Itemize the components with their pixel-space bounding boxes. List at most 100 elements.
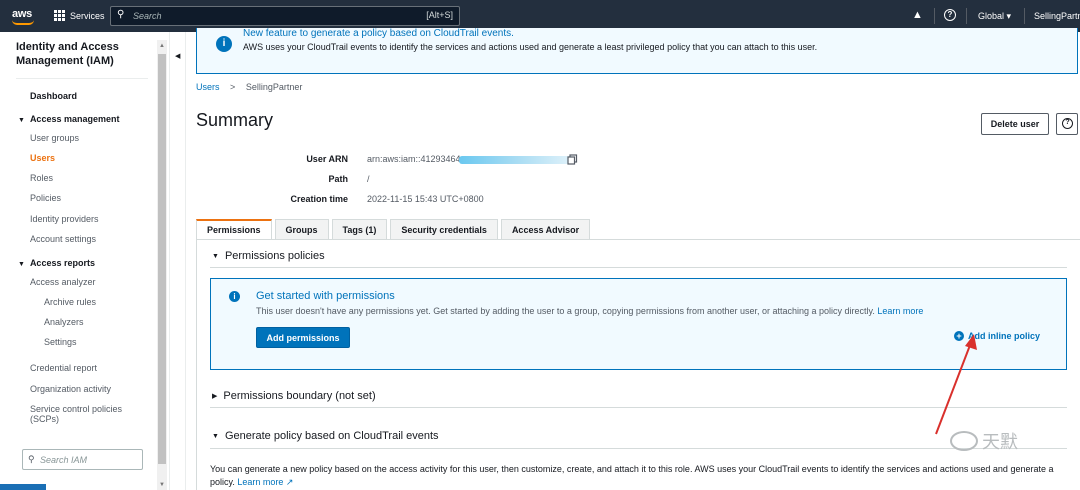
caret-down-icon: ▼ [18,117,25,124]
account-menu[interactable]: SellingPartne [1034,11,1080,21]
info-icon: i [229,291,240,302]
sidebar-item-archive-rules[interactable]: Archive rules [44,297,96,307]
collapse-sidebar-icon[interactable]: ◀ [175,52,184,66]
user-arn-value: arn:aws:iam::41293464 [367,154,574,164]
search-icon: ⚲ [28,454,35,464]
user-arn-label: User ARN [306,154,348,164]
sidebar-item-user-groups[interactable]: User groups [30,133,79,143]
scrollbar-thumb[interactable] [158,54,166,464]
delete-user-button[interactable]: Delete user [981,113,1049,135]
sidebar-item-access-analyzer[interactable]: Access analyzer [30,277,96,287]
banner-heading: New feature to generate a policy based o… [243,28,514,39]
sidebar-item-identity-providers[interactable]: Identity providers [30,214,99,224]
sidebar-section-access-management[interactable]: ▼ Access management [18,114,119,124]
section-label: Permissions policies [224,250,325,262]
nav-divider [966,8,967,24]
user-arn-text: arn:aws:iam::41293464 [367,154,461,164]
nav-divider [934,8,935,24]
info-body: This user doesn't have any permissions y… [256,306,923,316]
global-search-input[interactable] [133,9,393,23]
scroll-down-icon[interactable]: ▼ [159,482,165,488]
sidebar-divider [16,78,148,79]
sidebar-item-analyzers[interactable]: Analyzers [44,317,84,327]
info-body-text: This user doesn't have any permissions y… [256,306,875,316]
sidebar-item-dashboard[interactable]: Dashboard [30,91,77,101]
search-shortcut-hint: [Alt+S] [426,10,453,20]
sidebar-item-scp[interactable]: Service control policies (SCPs) [30,404,122,424]
user-tabs: Permissions Groups Tags (1) Security cre… [196,219,593,240]
sidebar-title: Identity and Access Management (IAM) [16,41,119,67]
generate-policy-description: You can generate a new policy based on t… [210,463,1072,489]
tab-groups[interactable]: Groups [274,219,329,240]
path-value: / [367,174,370,184]
sidebar-item-roles[interactable]: Roles [30,173,53,183]
redacted-mark [458,155,574,164]
nav-divider [1024,8,1025,24]
region-selector[interactable]: Global ▾ [978,11,1011,22]
wechat-watermark-icon [950,431,978,451]
scroll-up-icon[interactable]: ▲ [159,43,165,49]
breadcrumb: Users > SellingPartner [196,82,302,92]
section-divider [210,448,1067,449]
tab-tags[interactable]: Tags (1) [331,219,388,240]
tab-security-credentials[interactable]: Security credentials [390,219,498,240]
info-icon: i [216,36,232,52]
creation-time-label: Creation time [290,194,348,204]
iam-sidebar: Identity and Access Management (IAM) Das… [0,32,170,490]
sidebar-scrollbar[interactable]: ▲ ▼ [157,40,167,490]
copy-icon[interactable] [567,154,578,165]
aws-logo-text: aws [12,8,32,20]
scp-label-line2: (SCPs) [30,414,59,424]
tab-access-advisor[interactable]: Access Advisor [500,219,591,240]
generate-learn-more-link[interactable]: Learn more [237,477,283,487]
caret-down-icon: ▼ [212,433,219,440]
caret-right-icon: ▶ [212,393,218,400]
help-button[interactable]: ? [1056,113,1078,135]
search-icon: ⚲ [117,9,125,20]
sidebar-item-credential-report[interactable]: Credential report [30,363,97,373]
generate-text: You can generate a new policy based on t… [210,464,1054,487]
section-label: Access management [29,114,120,124]
breadcrumb-users-link[interactable]: Users [196,82,220,92]
feature-banner: i New feature to generate a policy based… [196,28,1078,74]
help-icon[interactable]: ? [944,9,956,21]
sidebar-item-organization-activity[interactable]: Organization activity [30,384,111,394]
creation-time-value: 2022-11-15 15:43 UTC+0800 [367,194,484,204]
banner-body: AWS uses your CloudTrail events to ident… [243,42,818,52]
permissions-boundary-header[interactable]: ▶ Permissions boundary (not set) [212,390,376,402]
page-title: Summary [196,110,274,130]
section-label: Permissions boundary (not set) [223,390,376,402]
tab-permissions[interactable]: Permissions [196,219,272,240]
iam-search[interactable]: ⚲ [22,449,143,470]
aws-logo[interactable]: aws [12,8,34,25]
scp-label-line1: Service control policies [30,404,123,414]
permissions-policies-header[interactable]: ▼ Permissions policies [212,250,325,262]
section-label: Generate policy based on CloudTrail even… [224,430,439,442]
watermark-text: 天默 [982,432,1018,453]
notifications-bell-icon[interactable]: ▲ [912,9,923,21]
info-heading: Get started with permissions [256,290,395,302]
sidebar-section-access-reports[interactable]: ▼ Access reports [18,258,95,268]
sidebar-item-users[interactable]: Users [30,153,55,163]
help-icon: ? [1062,118,1073,129]
learn-more-link[interactable]: Learn more [877,306,923,316]
path-label: Path [328,174,348,184]
iam-search-input[interactable] [40,453,138,466]
caret-down-icon: ▼ [18,261,25,268]
breadcrumb-current: SellingPartner [245,82,303,92]
sidebar-bottom-widget[interactable] [0,484,46,490]
global-search[interactable]: ⚲ [Alt+S] [110,6,460,26]
section-label: Access reports [29,258,95,268]
sidebar-item-settings[interactable]: Settings [44,337,77,347]
sidebar-item-policies[interactable]: Policies [30,193,61,203]
add-permissions-button[interactable]: Add permissions [256,327,350,348]
external-link-icon: ↗ [285,477,294,487]
breadcrumb-separator: > [230,82,236,92]
caret-down-icon: ▼ [212,253,219,260]
generate-policy-header[interactable]: ▼ Generate policy based on CloudTrail eve… [212,430,439,442]
services-grid-icon [54,10,65,21]
services-menu-button[interactable]: Services [54,10,105,21]
sidebar-collapse-strip: ◀ [172,32,186,490]
sidebar-item-account-settings[interactable]: Account settings [30,234,96,244]
services-label: Services [70,10,105,21]
